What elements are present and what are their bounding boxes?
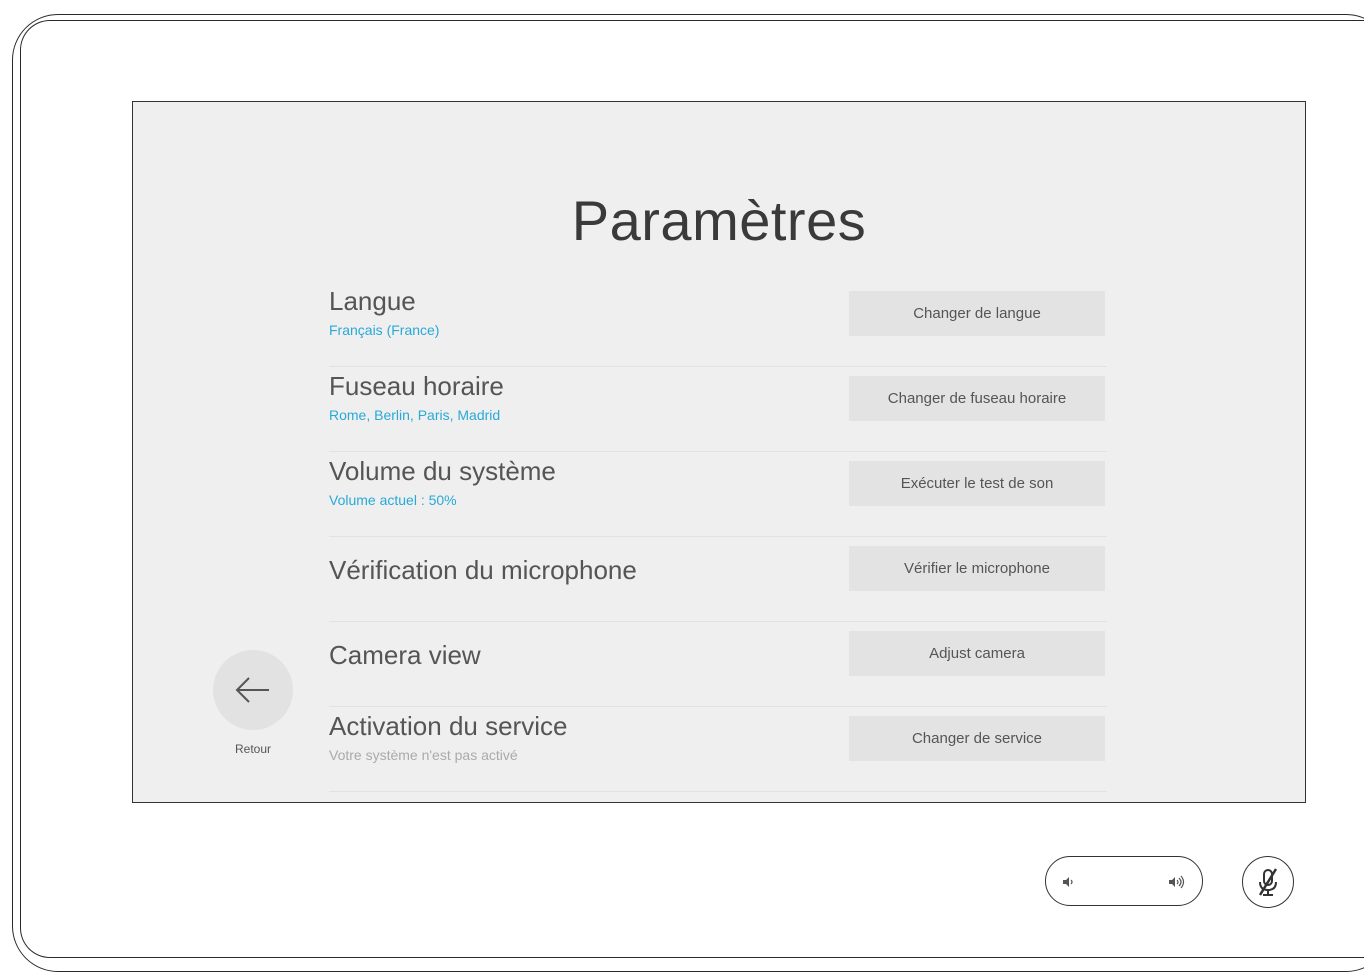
setting-value: Volume actuel : 50% [329,492,457,508]
setting-label: Vérification du microphone [329,555,637,585]
setting-label: Fuseau horaire [329,371,504,401]
setting-action-button[interactable]: Exécuter le test de son [849,461,1105,506]
settings-row: Vérification du microphone Vérifier le mi… [329,538,1107,622]
row-divider [329,366,1107,367]
setting-action-button[interactable]: Adjust camera [849,631,1105,676]
microphone-mute-button[interactable] [1242,856,1294,908]
row-divider [329,451,1107,452]
setting-action-button[interactable]: Changer de service [849,716,1105,761]
setting-label: Activation du service [329,711,568,741]
settings-row: Langue Français (France) Changer de langue [329,283,1107,367]
setting-label: Camera view [329,640,481,670]
setting-value: Votre système n'est pas activé [329,747,518,763]
setting-label: Langue [329,286,416,316]
setting-value: Français (France) [329,322,440,338]
setting-action-button[interactable]: Changer de fuseau horaire [849,376,1105,421]
settings-row: Configuration réseau [329,793,1107,802]
settings-row: Fuseau horaire Rome, Berlin, Paris, Madri… [329,368,1107,452]
settings-row: Activation du service Votre système n'est… [329,708,1107,792]
volume-up-icon[interactable] [1166,873,1188,891]
settings-row: Volume du système Volume actuel : 50% Exéc… [329,453,1107,537]
volume-down-icon[interactable] [1060,873,1078,891]
row-divider [329,791,1107,792]
setting-action-button[interactable]: Changer de langue [849,291,1105,336]
setting-label: Volume du système [329,456,556,486]
row-divider [329,536,1107,537]
row-divider [329,621,1107,622]
setting-value: Rome, Berlin, Paris, Madrid [329,407,501,423]
arrow-left-icon [235,677,269,703]
volume-control[interactable] [1045,856,1203,906]
microphone-muted-icon [1258,868,1278,896]
back-button[interactable] [213,650,293,730]
settings-row: Camera view Adjust camera [329,623,1107,707]
row-divider [329,706,1107,707]
touch-screen: Paramètres Langue Français (France) Change… [132,101,1306,803]
back-label: Retour [234,742,272,756]
page-title: Paramètres [571,189,867,252]
setting-action-button[interactable]: Vérifier le microphone [849,546,1105,591]
